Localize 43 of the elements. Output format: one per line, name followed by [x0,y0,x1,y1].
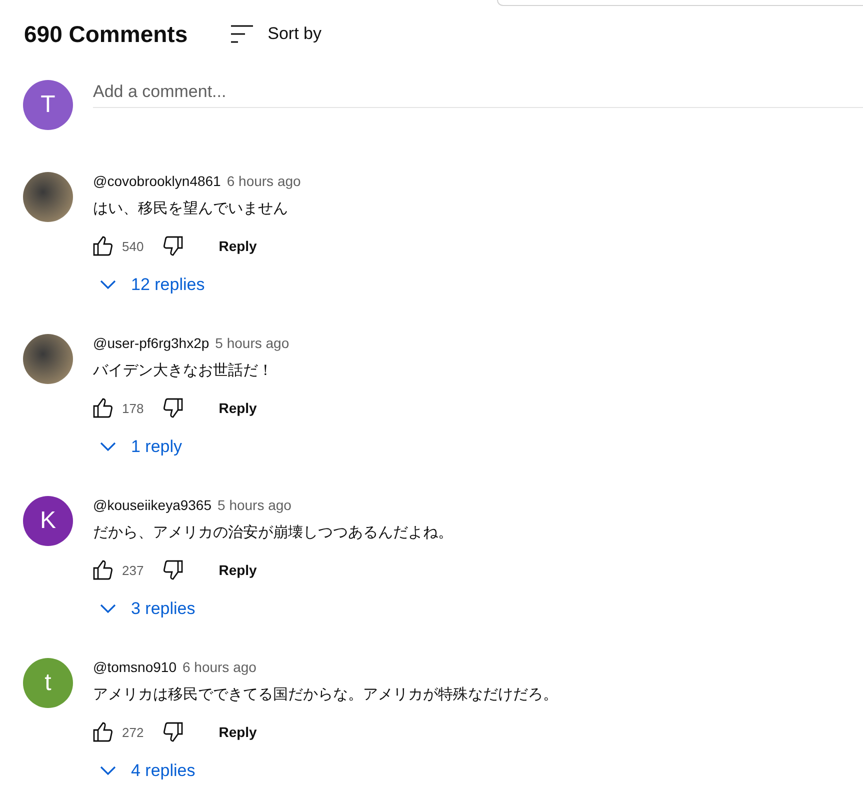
comment-author[interactable]: @covobrooklyn4861 [93,173,221,189]
chevron-down-icon [99,766,117,776]
avatar-photo-placeholder[interactable] [23,172,73,222]
comment-text: アメリカは移民でできてる国だからな。アメリカが特殊なだけだろ。 [93,685,558,705]
thumbs-down-icon[interactable] [160,558,185,582]
sort-button[interactable]: Sort by [230,24,322,44]
sort-icon [230,25,254,43]
comment-author[interactable]: @tomsno910 [93,659,176,675]
comments-count: 690 Comments [24,20,188,48]
comment-author[interactable]: @user-pf6rg3hx2p [93,335,210,351]
show-replies-button[interactable]: 3 replies [95,595,200,623]
show-replies-button[interactable]: 4 replies [95,757,200,785]
comment-time[interactable]: 5 hours ago [215,335,290,351]
chevron-down-icon [99,442,117,452]
avatar-photo-placeholder[interactable] [23,334,73,384]
reply-button[interactable]: Reply [216,396,259,420]
reply-button[interactable]: Reply [216,558,259,582]
like-count: 540 [122,238,144,254]
like-count: 272 [122,724,144,740]
show-replies-button[interactable]: 12 replies [95,271,209,299]
thumbs-down-icon[interactable] [160,720,185,744]
thumbs-down-icon[interactable] [160,396,185,420]
chevron-down-icon [99,280,117,290]
chevron-down-icon [99,604,117,614]
thumbs-up-icon[interactable] [91,720,115,744]
like-count: 237 [122,562,144,578]
avatar[interactable]: T [23,80,73,130]
thumbs-up-icon[interactable] [91,234,115,258]
like-count: 178 [122,400,144,416]
thumbs-up-icon[interactable] [91,558,115,582]
comment-time[interactable]: 6 hours ago [182,659,256,675]
comment-time[interactable]: 6 hours ago [226,173,301,189]
thumbs-down-icon[interactable] [160,234,185,258]
avatar[interactable]: K [23,496,73,546]
reply-button[interactable]: Reply [216,234,259,258]
reply-button[interactable]: Reply [216,720,259,744]
show-replies-button[interactable]: 1 reply [95,433,186,461]
thumbs-up-icon[interactable] [91,396,115,420]
comment-text: はい、移民を望んでいません [93,199,289,219]
comment-text: バイデン大きなお世話だ！ [93,361,274,381]
comment-text: だから、アメリカの治安が崩壊しつつあるんだよね。 [93,523,453,543]
comment-time[interactable]: 5 hours ago [218,497,292,513]
comment-author[interactable]: @kouseiikeya9365 [93,497,212,513]
